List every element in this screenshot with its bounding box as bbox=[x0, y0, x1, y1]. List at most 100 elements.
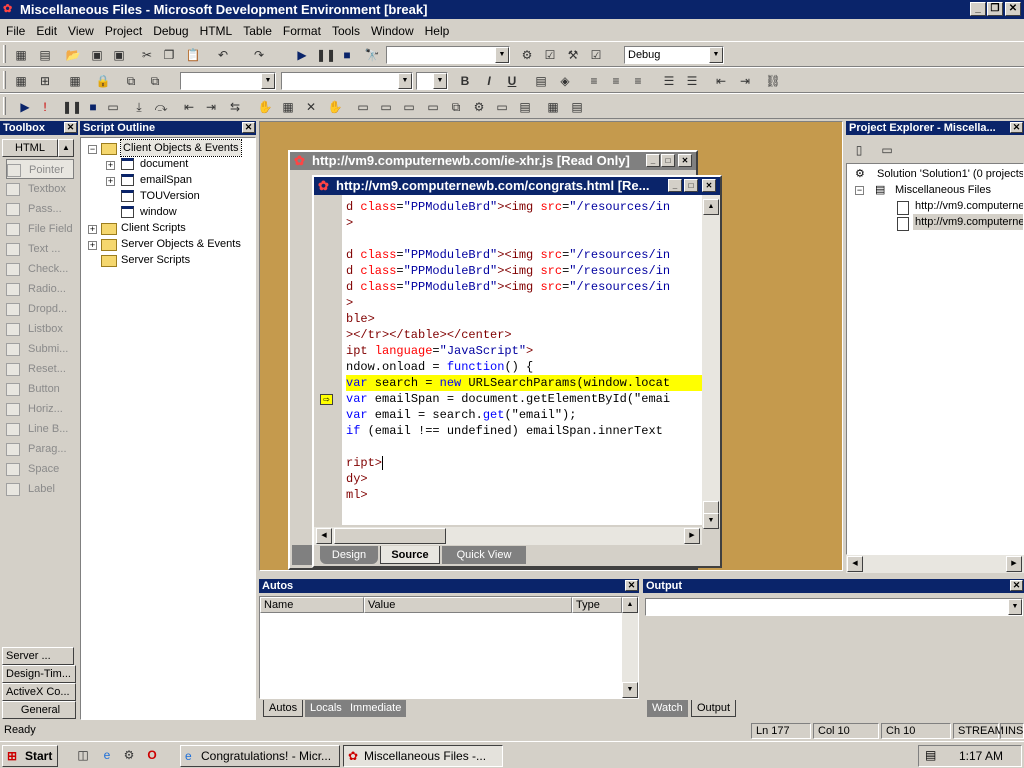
editor-hscroll-thumb[interactable] bbox=[334, 528, 446, 544]
call-stack-icon[interactable]: ⧉ bbox=[447, 98, 465, 116]
options-icon[interactable]: ▤ bbox=[568, 98, 586, 116]
font-size-combo[interactable]: ▼ bbox=[416, 72, 448, 90]
toolbox-item[interactable]: File Field bbox=[6, 219, 73, 239]
editor-scroll-right[interactable]: ▶ bbox=[684, 528, 700, 544]
toolbox-item[interactable]: Parag... bbox=[6, 439, 67, 459]
code-line[interactable]: var search = new URLSearchParams(window.… bbox=[346, 375, 702, 391]
toolbox-item[interactable]: Text ... bbox=[6, 239, 60, 259]
bring-front-icon[interactable]: ⧉ bbox=[122, 72, 140, 90]
indent-icon[interactable]: ⇥ bbox=[736, 72, 754, 90]
minimize-button[interactable]: _ bbox=[970, 2, 986, 16]
toolbox-tab-html[interactable]: HTML bbox=[2, 139, 58, 157]
font-name-combo[interactable]: ▼ bbox=[281, 72, 413, 90]
menu-tools[interactable]: Tools bbox=[326, 21, 365, 38]
locals-icon[interactable]: ▭ bbox=[400, 98, 418, 116]
col-value[interactable]: Value bbox=[364, 597, 572, 613]
output-tab[interactable]: Output bbox=[691, 700, 737, 717]
break-icon[interactable]: ❚❚ bbox=[316, 46, 336, 64]
output-content[interactable] bbox=[643, 619, 1024, 699]
tree-item-object[interactable]: emailSpan bbox=[140, 172, 192, 188]
congrats-maximize[interactable]: □ bbox=[684, 179, 698, 192]
breakpoint-icon[interactable]: ▦ bbox=[279, 98, 297, 116]
open-icon[interactable]: 📂 bbox=[64, 46, 82, 64]
save-all-icon[interactable]: ▣ bbox=[110, 46, 128, 64]
exception-icon[interactable]: ! bbox=[36, 98, 54, 116]
absolute-position-icon[interactable]: ⊞ bbox=[36, 72, 54, 90]
undo-icon[interactable]: ↶ bbox=[214, 46, 232, 64]
menu-table[interactable]: Table bbox=[237, 21, 277, 38]
col-name[interactable]: Name bbox=[260, 597, 364, 613]
breakpoint-margin[interactable]: ⇨ bbox=[314, 195, 342, 527]
misc-files-node[interactable]: Miscellaneous Files bbox=[895, 182, 991, 198]
tab-design[interactable]: Design bbox=[320, 546, 378, 564]
code-line[interactable]: > bbox=[346, 295, 702, 311]
code-line[interactable]: var emailSpan = document.getElementById(… bbox=[346, 391, 702, 407]
code-line[interactable]: ml> bbox=[346, 487, 702, 503]
output-close-button[interactable]: ✕ bbox=[1010, 580, 1023, 591]
toolbox-scroll-up[interactable]: ▲ bbox=[58, 139, 74, 157]
toolbox-section-tab[interactable]: Design-Tim... bbox=[2, 665, 76, 683]
tree-item-folder[interactable]: Server Scripts bbox=[121, 252, 190, 268]
toolbox-icon[interactable]: ⚒ bbox=[564, 46, 582, 64]
send-back-icon[interactable]: ⧉ bbox=[146, 72, 164, 90]
pause-icon[interactable]: ❚❚ bbox=[62, 98, 82, 116]
code-line[interactable]: d class="PPModuleBrd"><img src="/resourc… bbox=[346, 279, 702, 295]
toolbox-item[interactable]: Horiz... bbox=[6, 399, 63, 419]
numbered-list-icon[interactable]: ☰ bbox=[660, 72, 678, 90]
toolbox-item[interactable]: Check... bbox=[6, 259, 68, 279]
code-line[interactable]: ></tr></table></center> bbox=[346, 327, 702, 343]
bold-icon[interactable]: B bbox=[456, 72, 474, 90]
editor-congrats-titlebar[interactable]: ✿ http://vm9.computernewb.com/congrats.h… bbox=[314, 177, 720, 195]
congrats-minimize[interactable]: _ bbox=[668, 179, 682, 192]
block-format-combo[interactable]: ▼ bbox=[180, 72, 276, 90]
properties-icon[interactable]: ☑ bbox=[541, 46, 559, 64]
stop-icon[interactable]: ■ bbox=[338, 46, 356, 64]
menu-debug[interactable]: Debug bbox=[147, 21, 193, 38]
expand-icon[interactable]: + bbox=[88, 225, 97, 234]
step-into-icon[interactable]: ⤓ bbox=[130, 98, 148, 116]
code-line[interactable]: d class="PPModuleBrd"><img src="/resourc… bbox=[346, 199, 702, 215]
desktop-icon[interactable]: ◫ bbox=[74, 746, 92, 764]
toolbox-item[interactable]: Label bbox=[6, 479, 55, 499]
editor-ie-xhr-titlebar[interactable]: ✿ http://vm9.computernewb.com/ie-xhr.js … bbox=[290, 152, 696, 170]
table-icon[interactable]: ▦ bbox=[66, 72, 84, 90]
tree-item-object[interactable]: TOUVersion bbox=[140, 188, 200, 204]
toolbox-item[interactable]: Listbox bbox=[6, 319, 63, 339]
menu-view[interactable]: View bbox=[62, 21, 99, 38]
save-icon[interactable]: ▣ bbox=[88, 46, 106, 64]
italic-icon[interactable]: I bbox=[480, 72, 498, 90]
toolbox-item[interactable]: Textbox bbox=[6, 179, 66, 199]
menu-edit[interactable]: Edit bbox=[30, 21, 62, 38]
toolbox-section-tab[interactable]: ActiveX Co... bbox=[2, 683, 76, 701]
autos-tab[interactable]: Immediate bbox=[345, 700, 407, 717]
underline-icon[interactable]: U bbox=[503, 72, 521, 90]
menu-project[interactable]: Project bbox=[99, 21, 147, 38]
close-button[interactable]: ✕ bbox=[1005, 2, 1021, 16]
step-out-icon[interactable]: ⇤ bbox=[180, 98, 198, 116]
editor-scroll-up[interactable]: ▲ bbox=[703, 199, 719, 215]
tab-quick-view[interactable]: Quick View bbox=[442, 546, 526, 564]
redo-icon[interactable]: ↷ bbox=[250, 46, 268, 64]
new-project-icon[interactable]: ▦ bbox=[12, 46, 30, 64]
expand-icon[interactable]: + bbox=[88, 241, 97, 250]
editor-scroll-down[interactable]: ▼ bbox=[703, 513, 719, 529]
find-combo[interactable]: ▼ bbox=[386, 46, 510, 64]
ie-xhr-close[interactable]: ✕ bbox=[678, 154, 692, 167]
editor-horizontal-scrollbar[interactable]: ◀ ▶ bbox=[314, 527, 702, 545]
toolbox-item[interactable]: Pass... bbox=[6, 199, 62, 219]
align-left-icon[interactable]: ≡ bbox=[585, 72, 603, 90]
toolbox-item[interactable]: Space bbox=[6, 459, 59, 479]
toolbox-item[interactable]: Radio... bbox=[6, 279, 66, 299]
autos-scroll-down[interactable]: ▼ bbox=[622, 682, 638, 698]
forecolor-icon[interactable]: ▤ bbox=[532, 72, 550, 90]
menu-help[interactable]: Help bbox=[419, 21, 455, 38]
hand-icon[interactable]: ✋ bbox=[256, 98, 274, 116]
grid-icon[interactable]: ▦ bbox=[12, 72, 30, 90]
align-right-icon[interactable]: ≡ bbox=[629, 72, 647, 90]
task-list-icon[interactable]: ☑ bbox=[587, 46, 605, 64]
tree-item-object[interactable]: window bbox=[140, 204, 177, 220]
modules-icon[interactable]: ▭ bbox=[493, 98, 511, 116]
show-next-icon[interactable]: ⇆ bbox=[226, 98, 244, 116]
output-tab[interactable]: Watch bbox=[647, 700, 688, 717]
expand-icon[interactable]: + bbox=[106, 161, 115, 170]
